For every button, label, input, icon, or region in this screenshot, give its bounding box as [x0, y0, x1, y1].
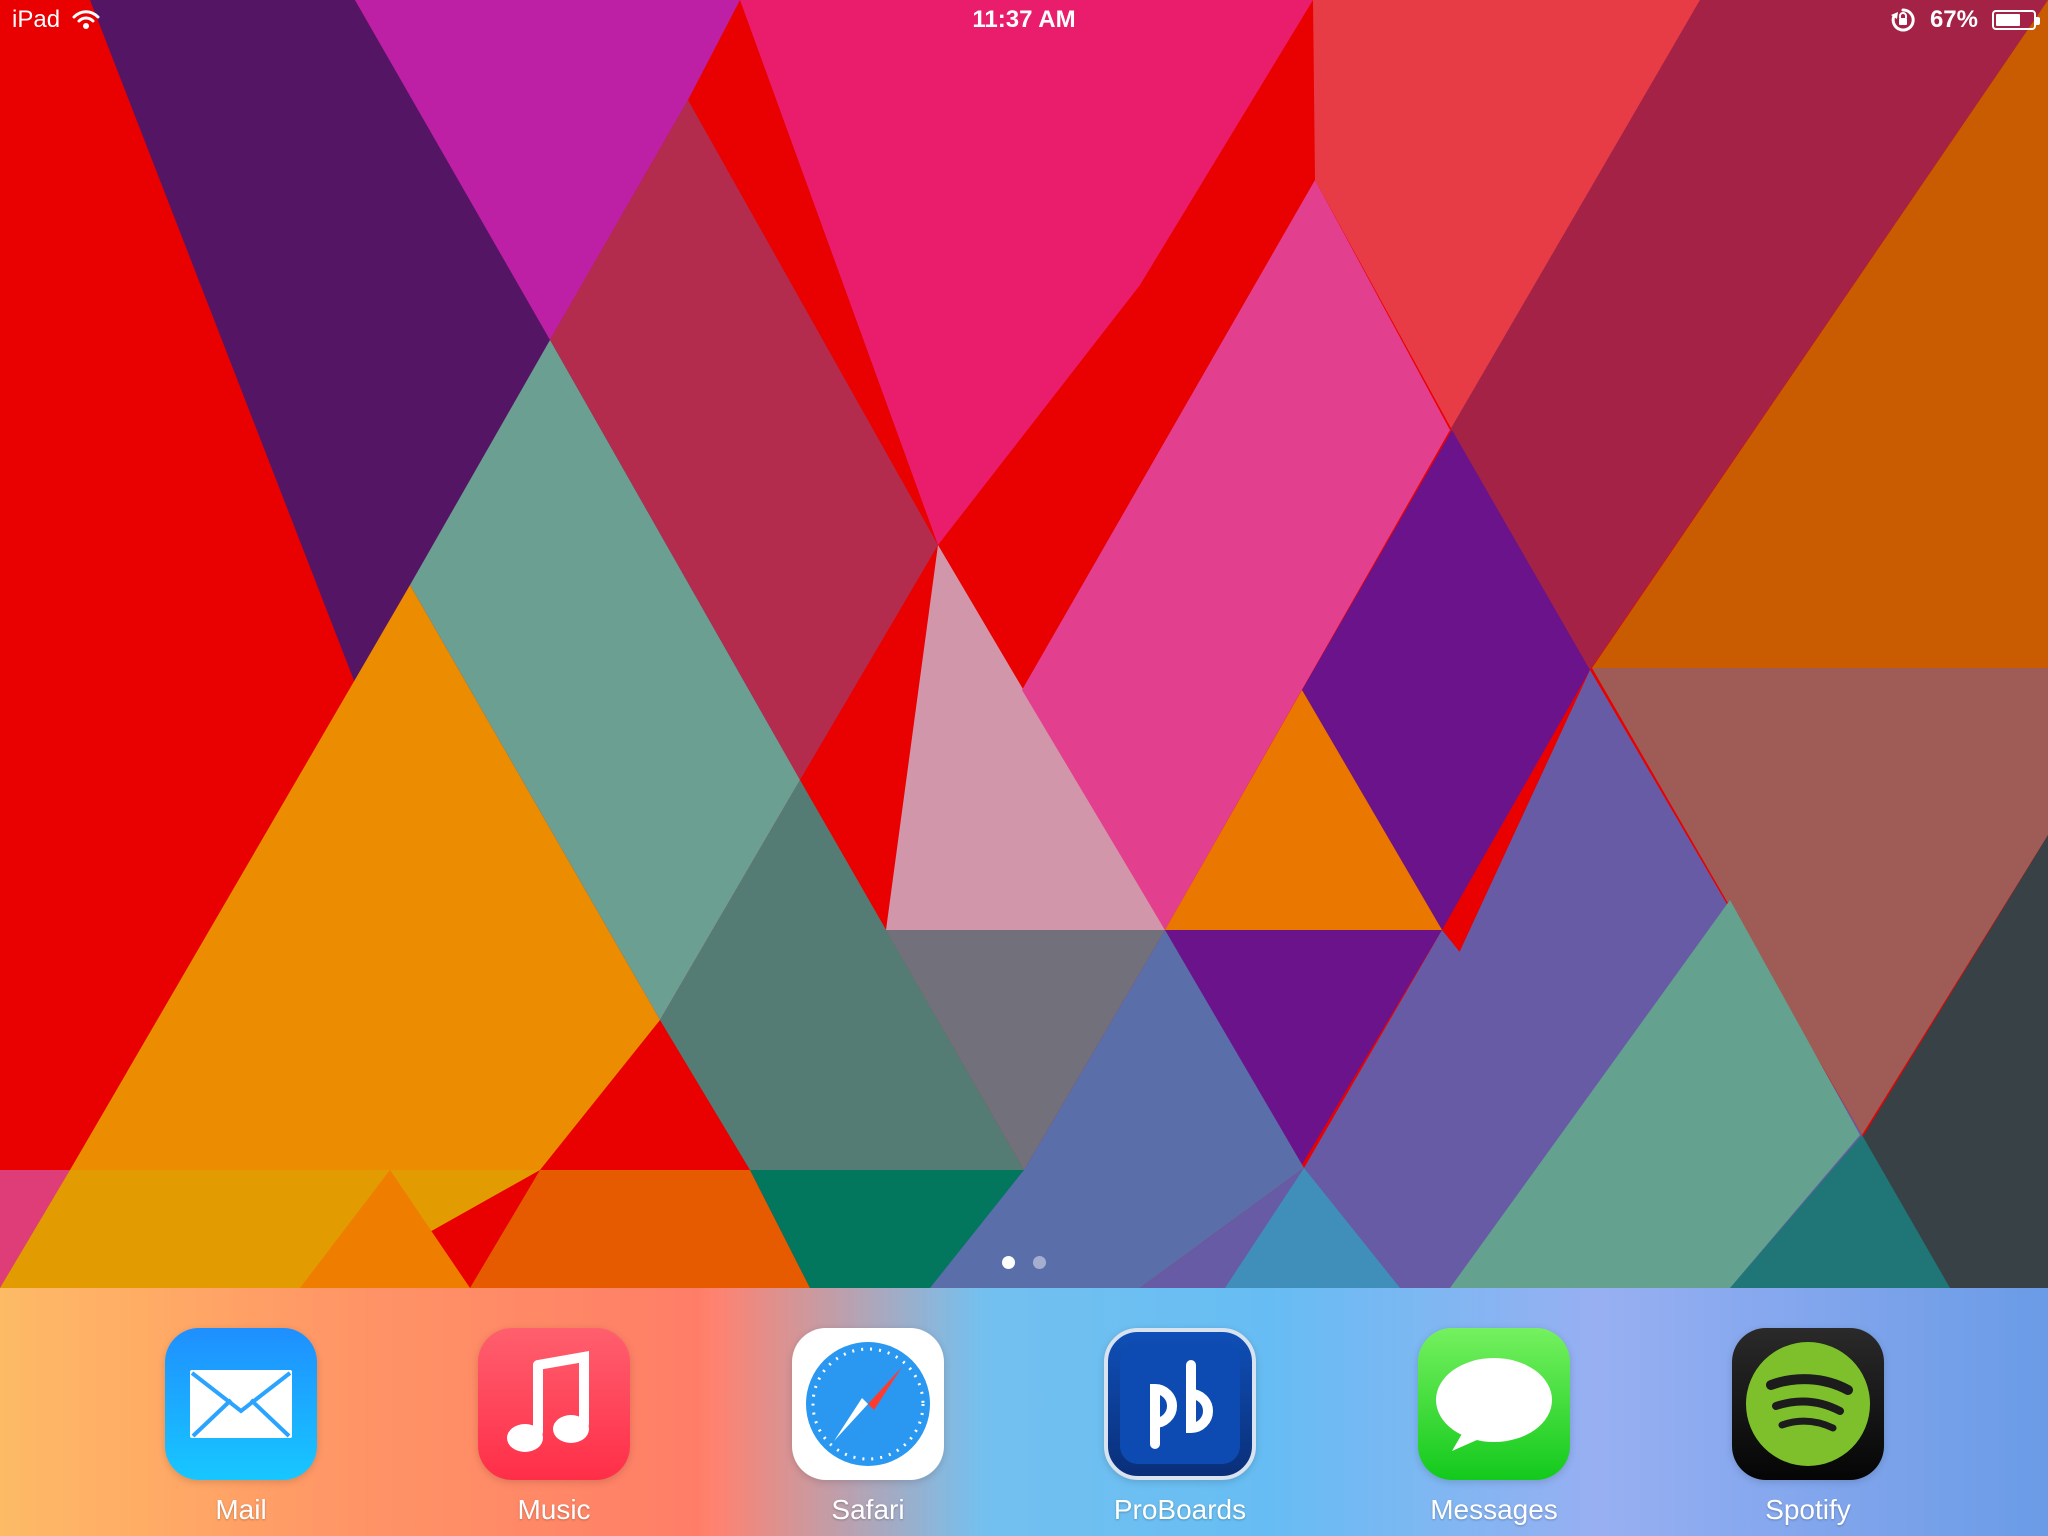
status-bar: iPad 11:37 AM 67%: [0, 0, 2048, 44]
page-dot-1[interactable]: [1002, 1256, 1015, 1269]
page-dot-2[interactable]: [1033, 1256, 1046, 1269]
dock-app-music[interactable]: Music: [474, 1328, 634, 1526]
dock: Mail Music Safari ProBoards Messages Spo…: [0, 1288, 2048, 1536]
spotify-icon[interactable]: [1732, 1328, 1884, 1480]
dock-app-messages[interactable]: Messages: [1414, 1328, 1574, 1526]
battery-percent: 67%: [1929, 6, 1978, 33]
app-label-messages: Messages: [1430, 1494, 1558, 1525]
dock-items: Mail Music Safari ProBoards Messages Spo…: [0, 1288, 2048, 1536]
status-right: 67%: [1890, 6, 2040, 34]
mail-icon[interactable]: [165, 1328, 317, 1480]
music-icon[interactable]: [478, 1328, 630, 1480]
page-indicator[interactable]: [0, 1256, 2048, 1269]
app-label-proboards: ProBoards: [1113, 1494, 1247, 1525]
messages-icon[interactable]: [1418, 1328, 1570, 1480]
dock-app-mail[interactable]: Mail: [161, 1328, 321, 1526]
app-label-safari: Safari: [831, 1494, 905, 1525]
battery-icon: [1992, 10, 2040, 30]
app-label-spotify: Spotify: [1765, 1494, 1851, 1525]
app-label-mail: Mail: [215, 1494, 267, 1525]
ipad-home-screen: iPad 11:37 AM 67% Mail Music Safari ProB…: [0, 0, 2048, 1536]
dock-app-safari[interactable]: Safari: [788, 1328, 948, 1526]
battery-level-fill: [1996, 14, 2021, 26]
app-label-music: Music: [517, 1494, 591, 1525]
dock-app-spotify[interactable]: Spotify: [1728, 1328, 1888, 1526]
proboards-icon[interactable]: [1104, 1328, 1256, 1480]
safari-icon[interactable]: [792, 1328, 944, 1480]
dock-app-proboards[interactable]: ProBoards: [1100, 1328, 1260, 1526]
status-time: 11:37 AM: [972, 6, 1076, 33]
battery-terminal: [2036, 17, 2040, 25]
rotation-lock-icon: [1890, 7, 1916, 33]
